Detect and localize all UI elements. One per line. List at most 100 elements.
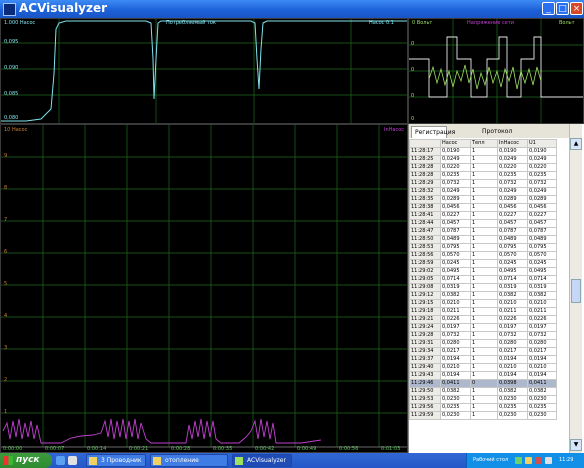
row-time-cell[interactable]: 11:29:24: [409, 323, 441, 332]
table-cell[interactable]: 1: [470, 203, 498, 212]
column-header[interactable]: InНасос: [497, 139, 528, 148]
table-cell[interactable]: 0,0795: [527, 243, 557, 252]
row-time-cell[interactable]: 11:29:15: [409, 299, 441, 308]
table-cell[interactable]: 0,0211: [527, 307, 557, 316]
clock[interactable]: 11:29: [559, 453, 573, 468]
network-icon[interactable]: [515, 457, 522, 464]
table-cell[interactable]: 1: [470, 251, 498, 260]
tab-registration[interactable]: Регистрация: [411, 126, 455, 138]
table-cell[interactable]: 0,0210: [440, 299, 471, 308]
table-cell[interactable]: 1: [470, 363, 498, 372]
table-cell[interactable]: 0,0714: [440, 275, 471, 284]
table-cell[interactable]: 0,0197: [440, 323, 471, 332]
table-cell[interactable]: 0,0235: [527, 171, 557, 180]
table-row[interactable]: 11:28:38 0,0456 1 0,0456 0,0456: [409, 203, 557, 212]
row-time-cell[interactable]: 11:29:02: [409, 267, 441, 276]
row-time-cell[interactable]: 11:29:43: [409, 371, 441, 380]
table-cell[interactable]: 0,0714: [527, 275, 557, 284]
table-cell[interactable]: 0,0194: [527, 371, 557, 380]
table-cell[interactable]: 0,0489: [527, 235, 557, 244]
table-cell[interactable]: 0,0230: [440, 411, 471, 420]
table-row[interactable]: 11:28:32 0,0249 1 0,0249 0,0249: [409, 187, 557, 196]
table-cell[interactable]: 1: [470, 227, 498, 236]
table-cell[interactable]: 0,0456: [497, 203, 528, 212]
table-cell[interactable]: 0,0249: [497, 155, 528, 164]
table-cell[interactable]: 0,0319: [497, 283, 528, 292]
table-cell[interactable]: 1: [470, 315, 498, 324]
table-cell[interactable]: 1: [470, 403, 498, 412]
table-cell[interactable]: 0: [470, 379, 498, 388]
table-cell[interactable]: 0,0230: [497, 411, 528, 420]
table-cell[interactable]: 0,0230: [527, 411, 557, 420]
table-row[interactable]: 11:28:56 0,0570 1 0,0570 0,0570: [409, 251, 557, 260]
row-time-cell[interactable]: 11:29:31: [409, 339, 441, 348]
tab-protocol[interactable]: Протокол: [479, 126, 519, 138]
table-cell[interactable]: 0,0787: [440, 227, 471, 236]
row-time-cell[interactable]: 11:28:41: [409, 211, 441, 220]
taskbar-item-acvisualyzer[interactable]: ACVisualyzer: [232, 454, 292, 467]
table-cell[interactable]: 0,0245: [527, 259, 557, 268]
table-cell[interactable]: 0,0217: [440, 347, 471, 356]
table-cell[interactable]: 1: [470, 147, 498, 156]
table-cell[interactable]: 0,0456: [440, 203, 471, 212]
table-cell[interactable]: 0,0382: [527, 387, 557, 396]
table-cell[interactable]: 1: [470, 339, 498, 348]
taskbar-item-heating[interactable]: отопление: [150, 454, 228, 467]
table-cell[interactable]: 1: [470, 259, 498, 268]
table-cell[interactable]: 0,0289: [440, 195, 471, 204]
table-cell[interactable]: 0,0235: [527, 403, 557, 412]
table-cell[interactable]: 0,0457: [440, 219, 471, 228]
table-cell[interactable]: 0,0226: [527, 315, 557, 324]
table-row[interactable]: 11:28:28 0,0235 1 0,0235 0,0235: [409, 171, 557, 180]
table-cell[interactable]: 1: [470, 411, 498, 420]
table-row[interactable]: 11:29:50 0,0382 1 0,0382 0,0382: [409, 387, 557, 396]
table-cell[interactable]: 0,0289: [497, 195, 528, 204]
maximize-button[interactable]: □: [556, 2, 569, 15]
table-cell[interactable]: 1: [470, 155, 498, 164]
table-row[interactable]: 11:28:29 0,0732 1 0,0732 0,0732: [409, 179, 557, 188]
table-cell[interactable]: 0,0190: [527, 147, 557, 156]
table-cell[interactable]: 1: [470, 323, 498, 332]
table-cell[interactable]: 1: [470, 299, 498, 308]
table-cell[interactable]: 0,0382: [440, 291, 471, 300]
table-cell[interactable]: 0,0714: [497, 275, 528, 284]
table-cell[interactable]: 0,0732: [497, 331, 528, 340]
row-time-cell[interactable]: 11:28:50: [409, 235, 441, 244]
table-cell[interactable]: 1: [470, 355, 498, 364]
table-cell[interactable]: 0,0230: [497, 395, 528, 404]
table-scrollbar[interactable]: ▲ ▼: [569, 124, 582, 453]
table-cell[interactable]: 1: [470, 163, 498, 172]
table-row[interactable]: 11:28:17 0,0190 1 0,0190 0,0190: [409, 147, 557, 156]
table-cell[interactable]: 0,0570: [497, 251, 528, 260]
table-cell[interactable]: 1: [470, 395, 498, 404]
row-time-cell[interactable]: 11:29:21: [409, 315, 441, 324]
table-cell[interactable]: 0,0398: [497, 379, 528, 388]
table-cell[interactable]: 0,0197: [497, 323, 528, 332]
table-row[interactable]: 11:28:35 0,0289 1 0,0289 0,0289: [409, 195, 557, 204]
current-chart-panel[interactable]: 1.000 Насос Потребляемый ток Насос 0.1 0…: [0, 18, 408, 124]
quicklaunch-ie-icon[interactable]: [56, 456, 65, 465]
table-row[interactable]: 11:29:46 0,0411 0 0,0398 0,0411: [409, 379, 557, 388]
table-cell[interactable]: 0,0456: [527, 203, 557, 212]
taskbar-item-explorer[interactable]: 3 Проводник: [86, 454, 146, 467]
table-row[interactable]: 11:29:43 0,0194 1 0,0194 0,0194: [409, 371, 557, 380]
table-cell[interactable]: 0,0235: [497, 171, 528, 180]
table-row[interactable]: 11:29:18 0,0211 1 0,0211 0,0211: [409, 307, 557, 316]
data-grid[interactable]: Насос Тепл InНасос U1 11:28:17 0,0190 1 0,0…: [409, 139, 557, 420]
column-header[interactable]: Тепл: [470, 139, 498, 148]
table-row[interactable]: 11:28:44 0,0457 1 0,0457 0,0457: [409, 219, 557, 228]
scroll-down-button[interactable]: ▼: [570, 439, 582, 451]
table-cell[interactable]: 0,0795: [497, 243, 528, 252]
row-time-cell[interactable]: 11:29:59: [409, 411, 441, 420]
row-time-cell[interactable]: 11:28:59: [409, 259, 441, 268]
table-cell[interactable]: 0,0194: [440, 355, 471, 364]
table-cell[interactable]: 1: [470, 179, 498, 188]
row-time-cell[interactable]: 11:29:40: [409, 363, 441, 372]
table-cell[interactable]: 0,0570: [440, 251, 471, 260]
table-cell[interactable]: 1: [470, 195, 498, 204]
table-row[interactable]: 11:28:25 0,0249 1 0,0249 0,0249: [409, 155, 557, 164]
table-cell[interactable]: 0,0230: [527, 395, 557, 404]
table-cell[interactable]: 0,0190: [440, 147, 471, 156]
table-cell[interactable]: 1: [470, 211, 498, 220]
table-cell[interactable]: 0,0194: [440, 371, 471, 380]
